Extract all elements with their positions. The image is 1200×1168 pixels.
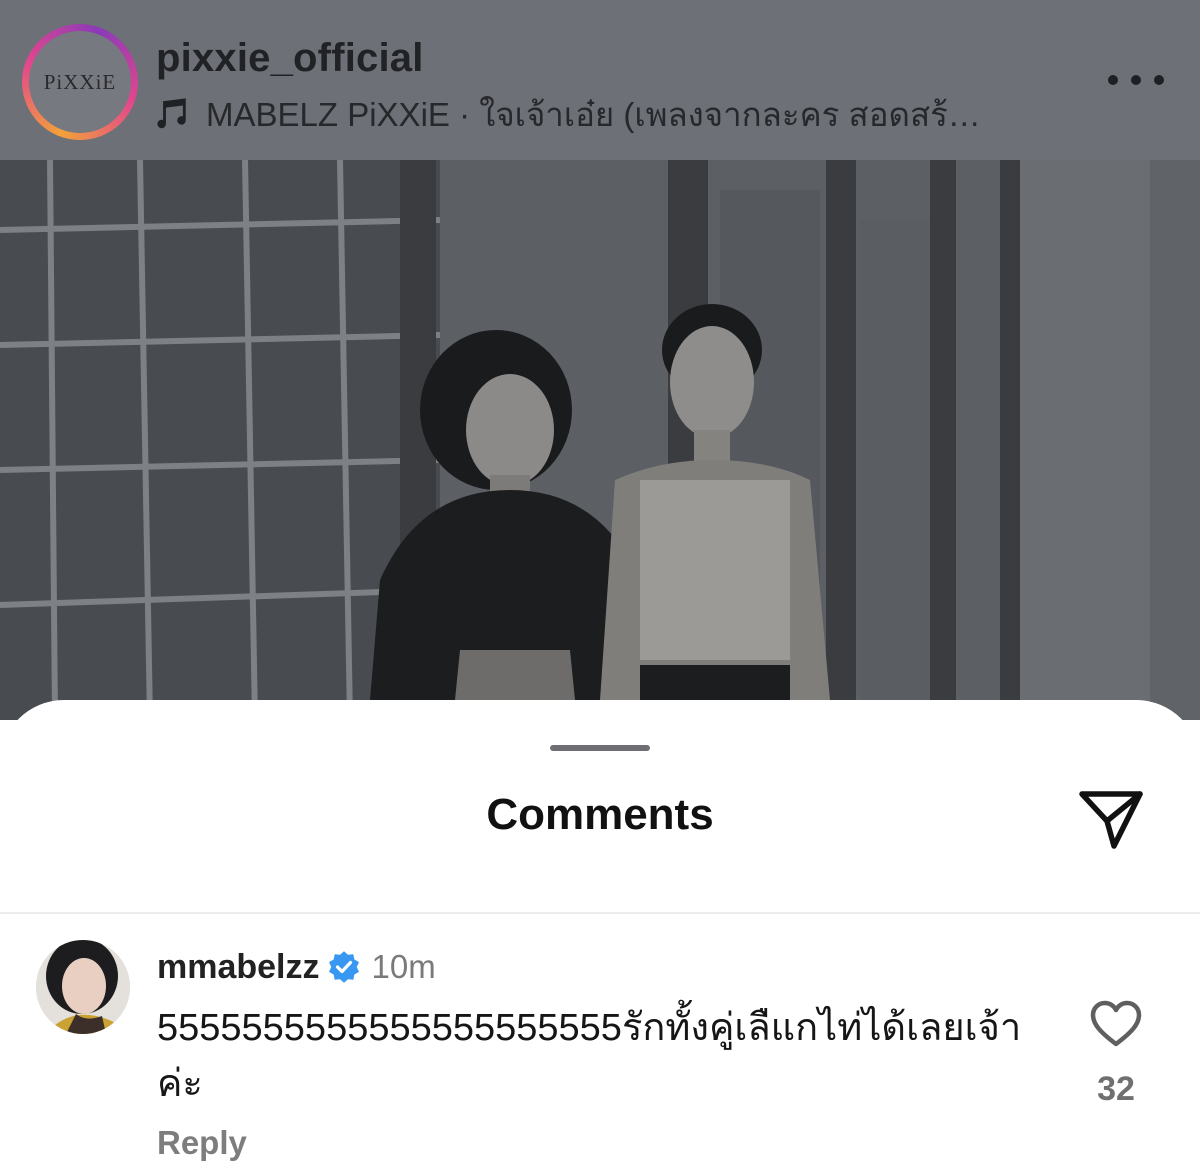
account-avatar[interactable]: PiXXiE xyxy=(22,24,138,140)
sheet-divider xyxy=(0,912,1200,914)
music-note-icon xyxy=(157,98,186,129)
sheet-title: Comments xyxy=(486,790,714,839)
avatar-photo xyxy=(36,940,130,1034)
avatar-logo-text: PiXXiE xyxy=(43,69,117,94)
more-options-icon xyxy=(1154,75,1164,85)
photo-scene xyxy=(0,160,1200,720)
sheet-grabber[interactable] xyxy=(550,745,650,751)
comment-username[interactable]: mmabelzz xyxy=(157,948,320,987)
comment-timestamp: 10m xyxy=(371,948,436,985)
more-options-icon xyxy=(1131,75,1141,85)
reply-button[interactable]: Reply xyxy=(157,1124,247,1162)
paper-plane-icon xyxy=(1079,791,1143,849)
more-options-icon xyxy=(1108,75,1118,85)
commenter-avatar[interactable] xyxy=(36,940,130,1034)
post-header: PiXXiE pixxie_official MABELZ PiXXiE · ใ… xyxy=(0,0,1200,160)
music-attribution[interactable]: MABELZ PiXXiE · ใจเจ้าเอ๋ย (เพลงจากละคร … xyxy=(156,94,1036,134)
like-count: 32 xyxy=(1097,1070,1135,1108)
account-name[interactable]: pixxie_official xyxy=(156,36,424,81)
avatar-image: PiXXiE xyxy=(29,31,131,133)
heart-icon xyxy=(1090,1000,1142,1047)
post-photo xyxy=(0,160,1200,720)
music-track-label: MABELZ PiXXiE · ใจเจ้าเอ๋ย (เพลงจากละคร … xyxy=(206,95,981,133)
comment-header: mmabelzz 10m xyxy=(157,944,436,990)
screen: PiXXiE pixxie_official MABELZ PiXXiE · ใ… xyxy=(0,0,1200,1168)
share-button[interactable] xyxy=(1076,784,1146,852)
comments-sheet: Comments mmabelzz 10m 555555555555555555… xyxy=(0,700,1200,1168)
like-button[interactable] xyxy=(1090,1000,1142,1048)
verified-badge-icon xyxy=(328,951,359,983)
comment-text: 5555555555555555555555รักทั้งคู่เลืแกไท่… xyxy=(157,1007,1022,1105)
more-options-button[interactable] xyxy=(1108,66,1164,94)
